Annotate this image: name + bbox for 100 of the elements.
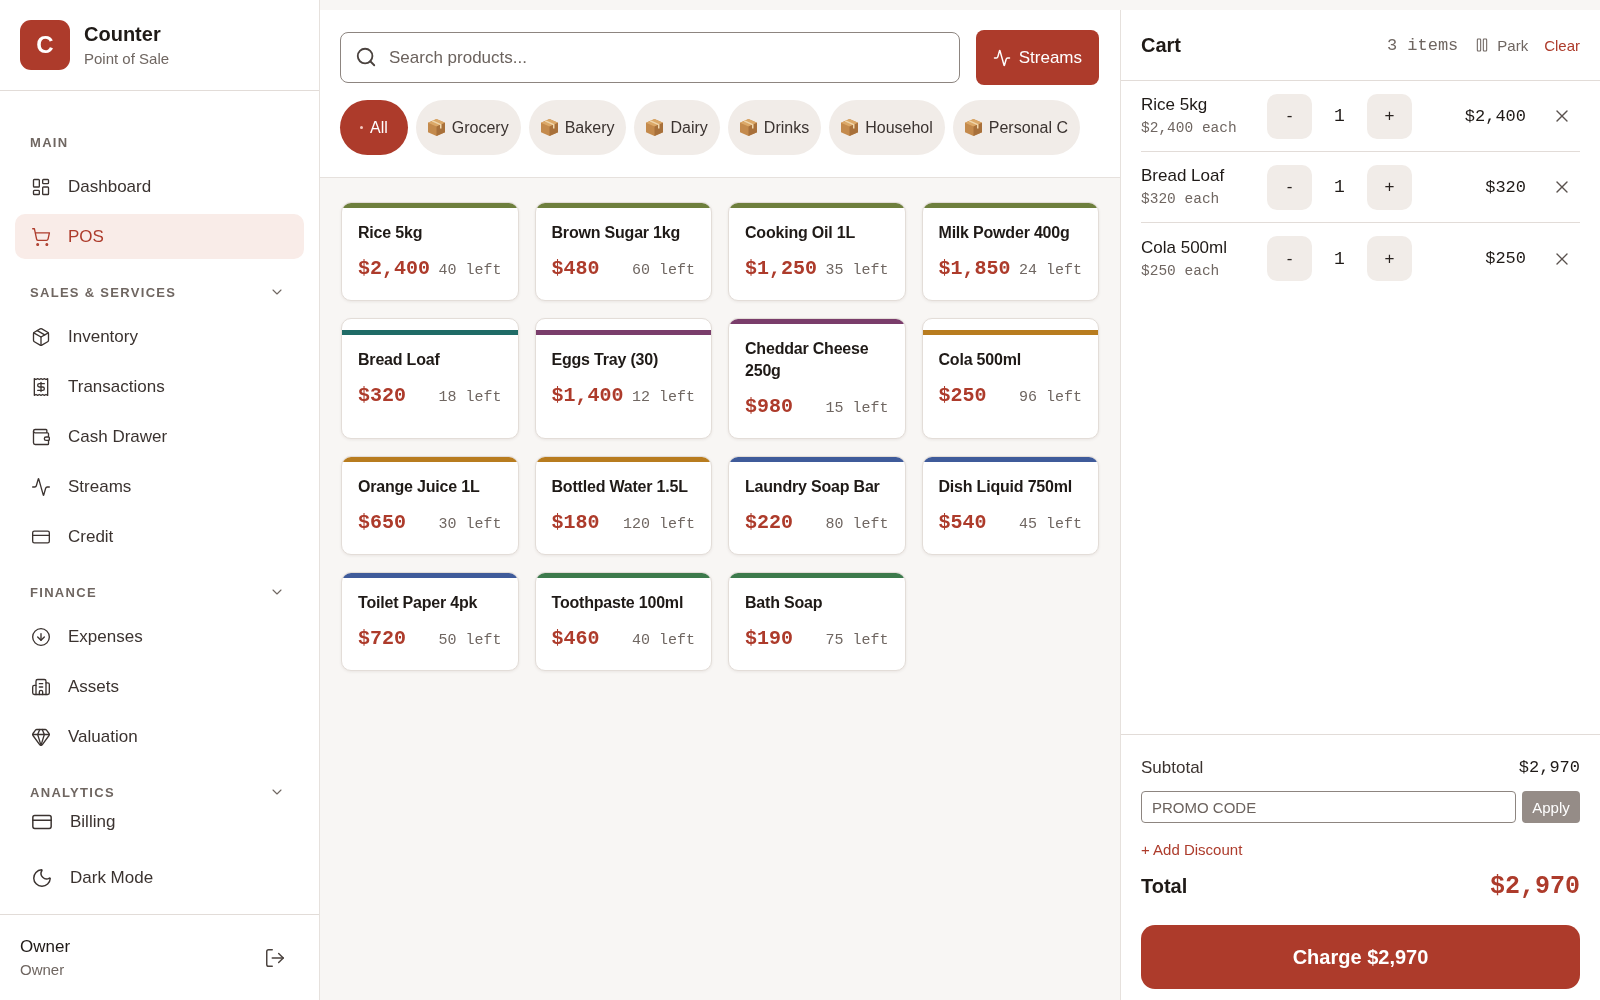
section-heading: SALES & SERVICES [30,284,177,300]
logout-icon [264,946,286,969]
category-chip[interactable]: Drinks [727,100,822,155]
park-button[interactable]: Park [1474,36,1529,54]
stock-count: 12 left [632,389,695,406]
gem-icon [31,726,51,747]
clear-button[interactable]: Clear [1544,36,1580,54]
nav-item[interactable]: Inventory [15,314,304,359]
quantity: 1 [1333,106,1346,126]
product-card[interactable]: Laundry Soap Bar $220 80 left [728,456,906,555]
stock-count: 50 left [438,632,502,649]
product-card[interactable]: Toilet Paper 4pk $720 50 left [341,572,519,671]
product-card[interactable]: Bread Loaf $320 18 left [341,318,519,439]
product-card[interactable]: Cheddar Cheese 250g $980 15 left [728,318,906,439]
app-logo: C [20,20,70,70]
stock-count: 80 left [825,516,889,533]
stock-count: 15 left [825,400,889,417]
cart-item-name: Rice 5kg [1141,94,1209,116]
stock-count: 40 left [632,632,695,649]
increase-button[interactable]: + [1367,236,1412,281]
add-discount-link[interactable]: + Add Discount [1141,841,1243,859]
subtotal-label: Subtotal [1141,757,1204,779]
user-role: Owner [20,959,66,980]
total-label: Total [1141,874,1188,898]
pulse-icon [31,476,51,497]
category-chip[interactable]: Personal C [952,100,1080,155]
charge-button[interactable]: Charge $2,970 [1141,925,1580,989]
quantity: 1 [1333,177,1346,197]
section-heading: FINANCE [30,584,97,600]
quantity: 1 [1333,248,1346,269]
nav-item[interactable]: Credit [15,514,304,559]
category-chip[interactable]: All [340,100,408,155]
unit-price: $320 each [1141,190,1221,209]
nav-item[interactable]: Transactions [15,364,304,409]
product-price: $320 [358,383,406,409]
product-card[interactable]: Rice 5kg $2,400 40 left [341,202,519,301]
cart-item-name: Cola 500ml [1141,236,1228,259]
product-card[interactable]: Toothpaste 100ml $460 40 left [534,572,712,671]
nav-item[interactable]: Assets [15,664,304,709]
receipt-icon [31,376,51,397]
product-price: $220 [745,510,793,536]
promo-code-field[interactable]: PROMO CODE [1141,791,1516,823]
product-name: Cooking Oil 1L [745,223,857,243]
category-chip[interactable]: Househol [829,100,945,155]
product-price: $460 [551,626,600,652]
category-chip[interactable]: Dairy [634,100,720,155]
nav-item[interactable]: Billing [15,802,304,842]
category-chip[interactable]: Bakery [528,100,627,155]
line-total: $320 [1484,177,1526,197]
nav-item[interactable]: Dashboard [15,164,304,209]
package-icon [31,326,51,347]
product-card[interactable]: Bottled Water 1.5L $180 120 left [534,456,712,555]
stock-count: 30 left [438,516,502,533]
product-card[interactable]: Orange Juice 1L $650 30 left [341,456,519,555]
increase-button[interactable]: + [1367,164,1412,210]
wallet-icon [31,426,51,447]
section-heading: ANALYTICS [30,784,115,800]
stock-count: 96 left [1019,389,1082,406]
brand-tagline: Point of Sale [84,49,170,68]
product-card[interactable]: Brown Sugar 1kg $480 60 left [534,202,712,301]
nav-item[interactable]: Expenses [15,614,304,659]
nav-item[interactable]: Cash Drawer [15,414,304,459]
nav-item[interactable]: Streams [15,464,304,509]
box-icon [646,119,664,136]
stock-count: 40 left [438,262,502,279]
product-name: Bath Soap [745,593,824,613]
product-name: Eggs Tray (30) [551,350,660,370]
product-price: $650 [358,510,406,536]
increase-button[interactable]: + [1367,93,1412,139]
product-card[interactable]: Cooking Oil 1L $1,250 35 left [728,202,906,301]
nav-item[interactable]: Dark Mode [15,858,304,898]
pulse-icon [992,48,1011,67]
cart-title: Cart [1141,33,1181,57]
stock-count: 18 left [438,389,502,406]
logout-button[interactable] [264,946,286,969]
decrease-button[interactable]: - [1267,236,1312,281]
streams-button[interactable]: Streams [975,30,1099,85]
subtotal-value: $2,970 [1518,757,1580,779]
product-name: Toothpaste 100ml [551,593,685,613]
product-card[interactable]: Bath Soap $190 75 left [728,572,906,671]
nav-item[interactable]: POS [15,214,304,259]
box-icon [739,119,757,136]
product-name: Cheddar Cheese 250g [745,339,870,381]
cart-icon [31,226,51,247]
product-card[interactable]: Dish Liquid 750ml $540 45 left [921,456,1099,555]
product-name: Laundry Soap Bar [745,477,881,497]
decrease-button[interactable]: - [1267,164,1312,210]
item-count: 3 items [1386,35,1459,55]
nav-item[interactable]: Valuation [15,714,304,759]
stock-count: 24 left [1019,262,1082,279]
product-card[interactable]: Cola 500ml $250 96 left [921,318,1099,439]
decrease-button[interactable]: - [1267,93,1312,139]
product-card[interactable]: Milk Powder 400g $1,850 24 left [921,202,1099,301]
product-price: $2,400 [358,256,430,282]
product-name: Milk Powder 400g [938,223,1071,243]
category-chip[interactable]: Grocery [415,100,521,155]
product-card[interactable]: Eggs Tray (30) $1,400 12 left [534,318,712,439]
unit-price: $250 each [1141,261,1221,281]
search-field[interactable]: Search products... [340,32,960,83]
box-icon [841,119,859,136]
